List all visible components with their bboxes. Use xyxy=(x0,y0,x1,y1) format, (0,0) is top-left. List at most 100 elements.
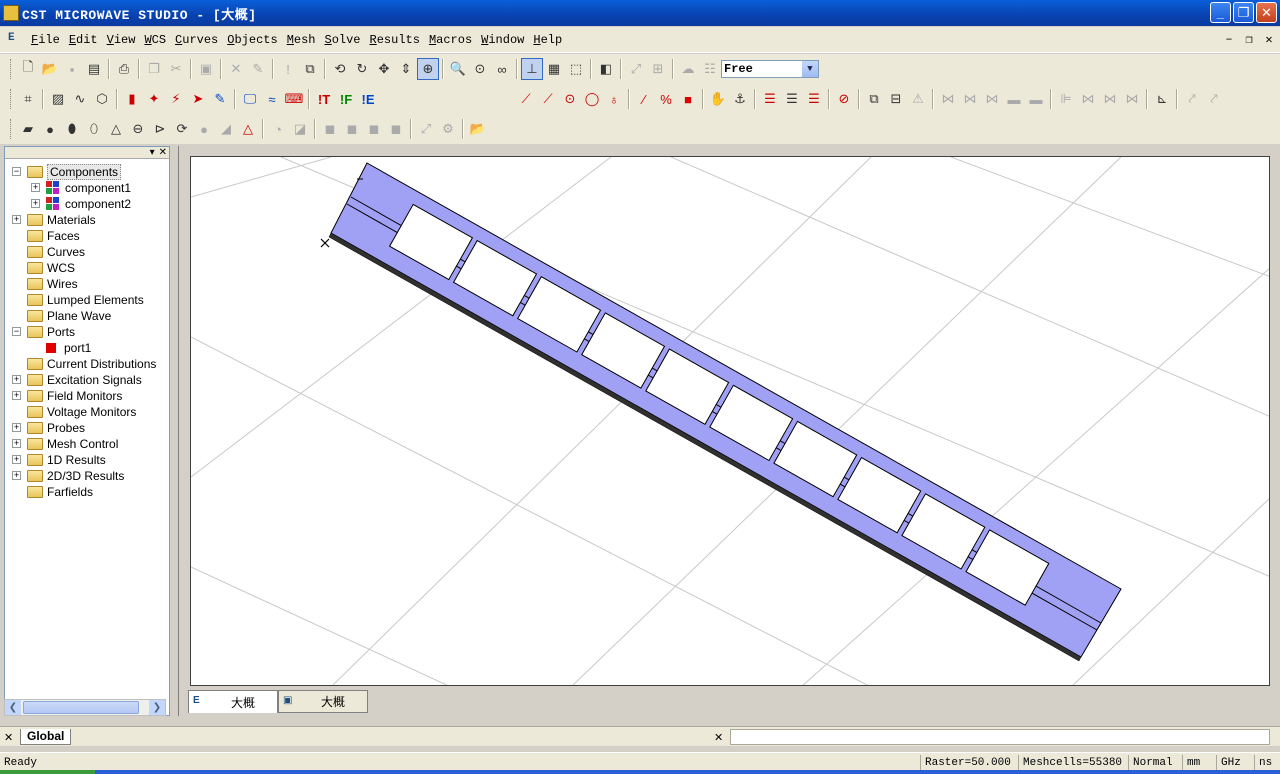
menu-item-help[interactable]: Help xyxy=(530,33,565,47)
sweep-icon[interactable]: ◢ xyxy=(215,118,237,140)
mdi-close-button[interactable]: ✕ xyxy=(1262,32,1276,47)
wcs-rotate-icon[interactable]: ⤤ xyxy=(1203,88,1225,110)
align-icon[interactable]: ⊞ xyxy=(647,58,669,80)
print-icon[interactable]: ⎙ xyxy=(113,58,135,80)
tree-item-1d-results[interactable]: +1D Results xyxy=(12,452,106,468)
probe-icon[interactable]: ✎ xyxy=(209,88,231,110)
expand-icon[interactable]: + xyxy=(12,455,21,464)
analytical-face-icon[interactable]: △ xyxy=(237,118,259,140)
plane-wave-icon[interactable]: ➤ xyxy=(187,88,209,110)
expand-icon[interactable]: + xyxy=(31,199,40,208)
mesh-view-icon[interactable]: ☷ xyxy=(699,58,721,80)
menu-item-edit[interactable]: Edit xyxy=(66,33,101,47)
expand-icon[interactable]: + xyxy=(12,391,21,400)
loft-icon[interactable]: ● xyxy=(193,118,215,140)
toolbar-grip[interactable] xyxy=(10,59,13,79)
boolean-intersect-icon[interactable]: ⋈ xyxy=(981,88,1003,110)
tree-item-curves[interactable]: Curves xyxy=(27,244,85,260)
pick-face-icon[interactable]: ■ xyxy=(677,88,699,110)
save-all-icon[interactable]: ▤ xyxy=(83,58,105,80)
pick-edge-icon[interactable]: ∕ xyxy=(633,88,655,110)
zoom-icon[interactable]: 🔍 xyxy=(447,58,469,80)
expand-icon[interactable]: + xyxy=(12,375,21,384)
menu-item-curves[interactable]: Curves xyxy=(172,33,221,47)
tree-item-excitation-signals[interactable]: + Excitation Signals xyxy=(12,372,142,388)
tree-close-icon[interactable]: ✕ xyxy=(159,147,167,158)
tree-item-current-distributions[interactable]: Current Distributions xyxy=(27,356,156,372)
scale-icon[interactable]: ⋈ xyxy=(1121,88,1143,110)
toolbar-grip[interactable] xyxy=(10,89,13,109)
blend-icon[interactable]: ◔ xyxy=(267,118,289,140)
stop-icon[interactable]: ⊘ xyxy=(833,88,855,110)
spline-icon[interactable]: ♁ xyxy=(603,88,625,110)
import-icon[interactable]: 📂 xyxy=(467,118,489,140)
extrude-icon[interactable]: ⊳ xyxy=(149,118,171,140)
rotate-profile-icon[interactable]: ⟳ xyxy=(171,118,193,140)
field-monitor-icon[interactable]: ⌨ xyxy=(283,88,305,110)
tree-item-port1[interactable]: port1 xyxy=(46,340,91,356)
cone-icon[interactable]: △ xyxy=(105,118,127,140)
elliptical-cylinder-icon[interactable]: ⬯ xyxy=(83,118,105,140)
cut-icon[interactable]: ✂ xyxy=(165,58,187,80)
tree-item-component2[interactable]: + component2 xyxy=(31,196,131,212)
expand-icon[interactable]: + xyxy=(12,215,21,224)
edit-icon[interactable]: ✎ xyxy=(247,58,269,80)
waveguide-port-icon[interactable]: ▮ xyxy=(121,88,143,110)
zoom-move-icon[interactable]: ⇕ xyxy=(395,58,417,80)
wireframe-icon[interactable]: ⬚ xyxy=(565,58,587,80)
wcs-icon[interactable]: ⊾ xyxy=(1151,88,1173,110)
minimize-button[interactable]: _ xyxy=(1210,2,1231,23)
boolean-add-icon[interactable]: ⋈ xyxy=(937,88,959,110)
shape-insert-icon[interactable]: ◼ xyxy=(385,118,407,140)
menu-item-results[interactable]: Results xyxy=(367,33,423,47)
polyline-icon[interactable]: ⟋ xyxy=(537,88,559,110)
axes-icon[interactable]: ⊥ xyxy=(521,58,543,80)
rotate-view-icon[interactable]: ⟲ xyxy=(329,58,351,80)
pick-midpoint-icon[interactable]: % xyxy=(655,88,677,110)
parameter-close-icon[interactable]: ✕ xyxy=(714,731,726,744)
material-icon[interactable]: ⊟ xyxy=(885,88,907,110)
eigenmode-solver-icon[interactable]: !E xyxy=(357,88,379,110)
menu-item-macros[interactable]: Macros xyxy=(426,33,475,47)
shape-settings-icon[interactable]: ⚙ xyxy=(437,118,459,140)
wcs-move-icon[interactable]: ⤤ xyxy=(1181,88,1203,110)
menu-item-objects[interactable]: Objects xyxy=(224,33,280,47)
mdi-minimize-button[interactable]: – xyxy=(1222,32,1236,46)
maximize-button[interactable]: ❐ xyxy=(1233,2,1254,23)
merge-icon[interactable]: ▬ xyxy=(1025,88,1047,110)
tree-item-plane-wave[interactable]: Plane Wave xyxy=(27,308,111,324)
tree-item-components[interactable]: − Components xyxy=(12,164,122,180)
open-file-icon[interactable]: 📂 xyxy=(39,58,61,80)
list-insert-icon[interactable]: ☰ xyxy=(759,88,781,110)
transform-icon[interactable]: ⤢ xyxy=(625,58,647,80)
expand-icon[interactable]: + xyxy=(12,423,21,432)
tree-dropdown-icon[interactable]: ▾ xyxy=(150,147,155,158)
expand-icon[interactable]: + xyxy=(31,183,40,192)
mdi-restore-button[interactable]: ❐ xyxy=(1242,32,1256,47)
tree-item-field-monitors[interactable]: + Field Monitors xyxy=(12,388,122,404)
expand-icon[interactable]: + xyxy=(12,439,21,448)
boolean-subtract-icon[interactable]: ⋈ xyxy=(959,88,981,110)
collapse-icon[interactable]: − xyxy=(12,167,21,176)
frequency-icon[interactable]: ∿ xyxy=(69,88,91,110)
shape-subtract-icon[interactable]: ◼ xyxy=(341,118,363,140)
view-mode-select[interactable]: Free ▼ xyxy=(721,60,819,78)
tree-horizontal-scrollbar[interactable]: ❮ ❯ xyxy=(4,699,166,716)
scroll-left-icon[interactable]: ❮ xyxy=(5,700,21,715)
shape-add-icon[interactable]: ◼ xyxy=(319,118,341,140)
menu-item-window[interactable]: Window xyxy=(478,33,527,47)
tree-item-ports[interactable]: − Ports xyxy=(12,324,75,340)
mirror-icon[interactable]: ⋈ xyxy=(1077,88,1099,110)
boundary-icon[interactable]: ⬡ xyxy=(91,88,113,110)
save-icon[interactable]: ▪ xyxy=(61,58,83,80)
tree-item-farfields[interactable]: Farfields xyxy=(27,484,93,500)
align-left-icon[interactable]: ⊫ xyxy=(1055,88,1077,110)
lumped-element-icon[interactable]: ⚡ xyxy=(165,88,187,110)
tab-schematic[interactable]: ▣ 大概 xyxy=(278,690,368,713)
scroll-right-icon[interactable]: ❯ xyxy=(149,700,165,715)
discrete-port-icon[interactable]: ✦ xyxy=(143,88,165,110)
history-icon[interactable]: ⧉ xyxy=(299,58,321,80)
message-tab-global[interactable]: Global xyxy=(20,729,72,745)
tree-item-wires[interactable]: Wires xyxy=(27,276,78,292)
parameter-field[interactable] xyxy=(730,729,1270,745)
